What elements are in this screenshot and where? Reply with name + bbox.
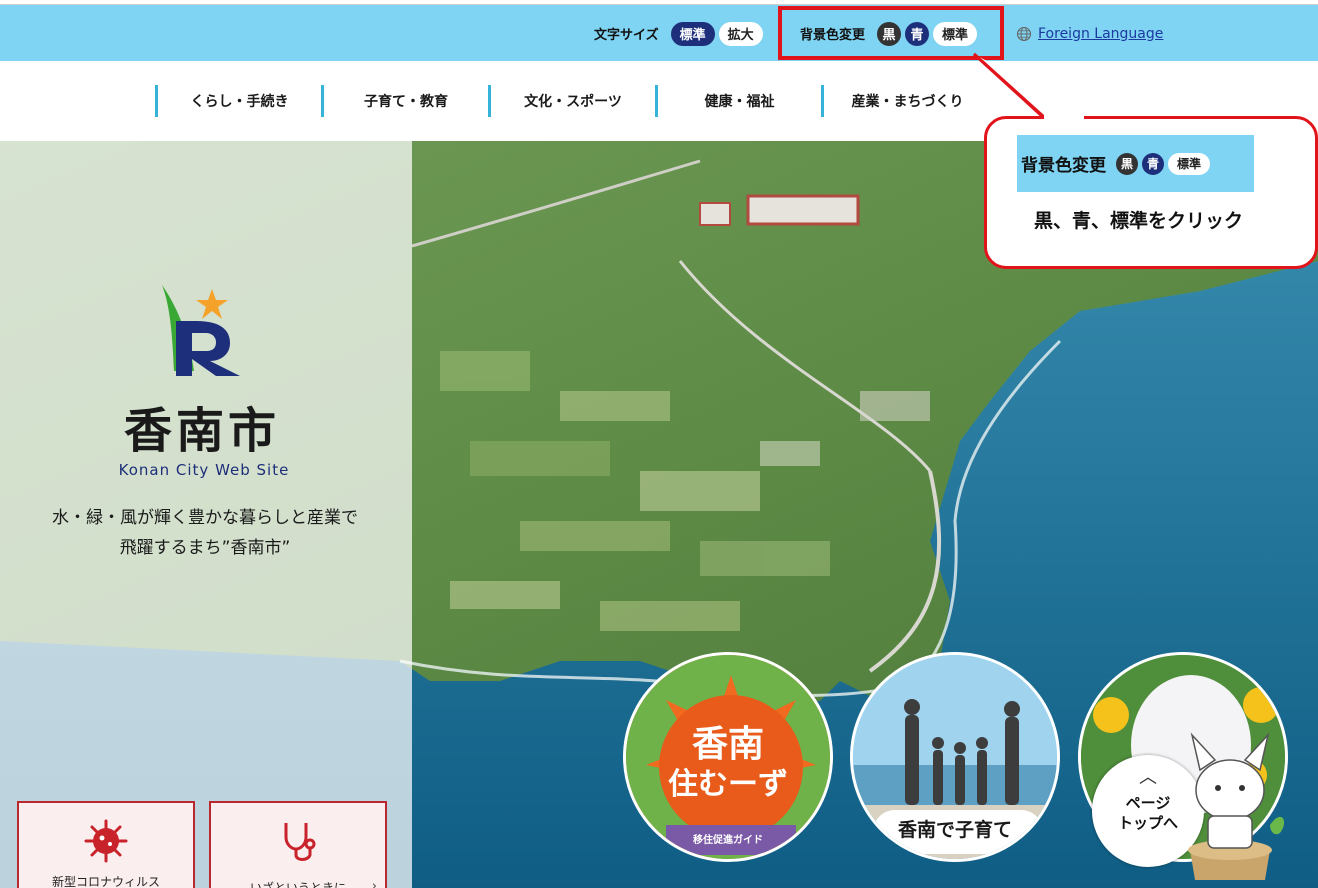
nav-item-label: くらし・手続き [190,94,289,110]
globe-icon [1016,26,1032,41]
banner-migration-guide: 移住促進ガイド [693,835,763,846]
nav-item-living[interactable]: くらし・手続き [155,85,321,117]
tagline-line: 飛躍するまち”香南市” [119,538,291,558]
callout-blue-button: 青 [1142,152,1164,175]
banner-migration[interactable]: 香南 住むーず 移住促進ガイド [623,652,833,862]
highlight-box [778,6,1004,60]
tagline-line: 水・緑・風が輝く豊かな暮らしと産業で [52,508,358,528]
nav-item-label: 文化・スポーツ [524,94,622,110]
city-english-name: Konan City Web Site [118,461,290,479]
banner-migration-subtitle: 住むーず [668,767,788,802]
font-size-group: 文字サイズ 標準 拡大 [594,5,763,62]
callout-bg-label: 背景色変更 [1021,156,1106,176]
tagline: 水・緑・風が輝く豊かな暮らしと産業で 飛躍するまち”香南市” [20,503,390,563]
utility-bar: 文字サイズ 標準 拡大 背景色変更 黒 青 標準 Foreign Languag… [0,4,1318,61]
nav-item-label: 子育て・教育 [364,94,448,110]
emergency-link[interactable]: いざというときに › [209,801,387,888]
nav-item-industry[interactable]: 産業・まちづくり [821,85,991,117]
mascot-character [1188,732,1285,880]
city-logo [162,285,240,376]
covid-link-label: 新型コロナウィルス [51,875,160,888]
emergency-link-label: いざというときに [249,881,346,888]
foreign-language-link[interactable]: Foreign Language [1038,26,1163,42]
foreign-language-group: Foreign Language [1016,5,1163,62]
font-size-label: 文字サイズ [594,28,659,43]
nav-item-childcare[interactable]: 子育て・教育 [321,85,488,117]
chevron-right-icon: › [371,879,377,888]
nav-item-label: 産業・まちづくり [851,94,964,110]
covid-link[interactable]: 新型コロナウィルス [17,801,195,888]
nav-item-label: 健康・福祉 [704,94,775,110]
callout-bg-color-sample: 背景色変更 黒 青 標準 [1017,135,1254,192]
city-name: 香南市 [123,403,280,459]
font-size-large-button[interactable]: 拡大 [718,21,763,46]
banner-childcare[interactable]: 香南で子育て [850,652,1060,862]
font-size-standard-button[interactable]: 標準 [670,21,715,46]
callout-black-button: 黒 [1116,152,1138,175]
callout-note: 黒、青、標準をクリック [1034,210,1244,232]
stethoscope-icon [284,823,316,861]
nav-item-culture[interactable]: 文化・スポーツ [488,85,655,117]
callout-standard-button: 標準 [1168,152,1211,175]
nav-item-health[interactable]: 健康・福祉 [655,85,821,117]
banner-childcare-label: 香南で子育て [897,819,1012,841]
virus-icon [84,819,128,863]
